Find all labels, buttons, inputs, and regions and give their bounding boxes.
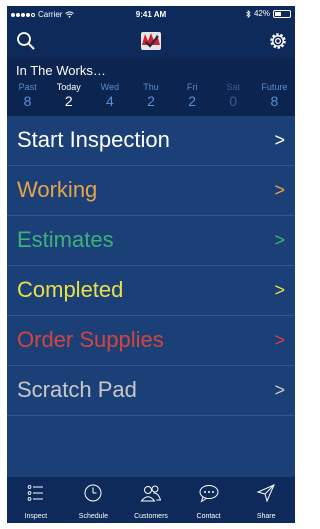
tab-bar: Inspect Schedule Customers Contact Share bbox=[7, 477, 295, 523]
send-icon bbox=[256, 484, 276, 503]
menu-item-label: Working bbox=[17, 177, 98, 202]
menu-item-start-inspection[interactable]: Start Inspection > bbox=[7, 116, 295, 166]
menu-item-order-supplies[interactable]: Order Supplies > bbox=[7, 316, 295, 366]
chevron-right-icon: > bbox=[274, 280, 285, 300]
menu-item-estimates[interactable]: Estimates > bbox=[7, 216, 295, 266]
menu-item-label: Completed bbox=[17, 277, 124, 302]
day-label: Past bbox=[18, 82, 37, 92]
day-count: 2 bbox=[147, 93, 155, 109]
chevron-right-icon: > bbox=[274, 330, 285, 350]
gear-icon[interactable] bbox=[268, 31, 288, 51]
day-today[interactable]: Today 2 bbox=[48, 82, 89, 109]
chevron-right-icon: > bbox=[274, 130, 285, 150]
clock-icon bbox=[84, 484, 102, 502]
day-thu[interactable]: Thu 2 bbox=[130, 82, 171, 109]
search-icon[interactable] bbox=[16, 31, 36, 51]
week-title: In The Works… bbox=[16, 63, 106, 78]
people-icon bbox=[140, 485, 162, 502]
day-label: Thu bbox=[143, 82, 159, 92]
tab-label: Inspect bbox=[24, 513, 48, 520]
app-logo-icon bbox=[141, 32, 161, 50]
day-past[interactable]: Past 8 bbox=[7, 82, 48, 109]
day-count: 8 bbox=[270, 93, 279, 109]
tab-contact[interactable]: Contact bbox=[180, 477, 238, 523]
main-menu: Start Inspection > Working > Estimates > Co… bbox=[7, 116, 295, 416]
battery-percent: 42% bbox=[253, 9, 270, 18]
day-label: Wed bbox=[100, 82, 120, 92]
day-label: Fri bbox=[186, 82, 198, 92]
day-strip: Past 8 Today 2 Wed 4 Thu 2 Fri 2 Sat 0 Future 8 bbox=[7, 82, 295, 109]
day-count: 4 bbox=[105, 93, 114, 109]
day-label: Today bbox=[56, 82, 81, 92]
tab-label: Schedule bbox=[78, 513, 108, 520]
menu-item-label: Estimates bbox=[17, 227, 114, 252]
day-count: 8 bbox=[23, 93, 32, 109]
tab-label: Contact bbox=[196, 513, 221, 520]
day-fri[interactable]: Fri 2 bbox=[172, 82, 213, 109]
day-count: 0 bbox=[229, 93, 238, 109]
tab-label: Share bbox=[256, 513, 276, 520]
menu-item-working[interactable]: Working > bbox=[7, 166, 295, 216]
menu-item-completed[interactable]: Completed > bbox=[7, 266, 295, 316]
menu-item-label: Start Inspection bbox=[17, 127, 170, 152]
tab-label: Customers bbox=[134, 513, 168, 520]
day-sat[interactable]: Sat 0 bbox=[213, 82, 254, 109]
menu-item-label: Scratch Pad bbox=[17, 377, 137, 402]
day-label: Future bbox=[261, 82, 288, 92]
menu-item-scratch-pad[interactable]: Scratch Pad > bbox=[7, 366, 295, 416]
day-future[interactable]: Future 8 bbox=[254, 82, 295, 109]
day-wed[interactable]: Wed 4 bbox=[89, 82, 130, 109]
day-count: 2 bbox=[64, 93, 73, 109]
bluetooth-icon bbox=[246, 9, 251, 18]
nav-bar bbox=[7, 24, 295, 58]
battery-icon bbox=[273, 9, 291, 18]
tab-customers[interactable]: Customers bbox=[122, 477, 180, 523]
chevron-right-icon: > bbox=[274, 380, 285, 400]
app-screen: Carrier 9:41 AM 42% In The Works… Past 8 … bbox=[7, 6, 295, 523]
chevron-right-icon: > bbox=[274, 230, 285, 250]
day-count: 2 bbox=[188, 93, 197, 109]
tab-share[interactable]: Share bbox=[237, 477, 295, 523]
tab-inspect[interactable]: Inspect bbox=[7, 477, 65, 523]
chevron-right-icon: > bbox=[274, 180, 285, 200]
list-icon bbox=[27, 485, 43, 501]
week-summary: In The Works… Past 8 Today 2 Wed 4 Thu 2 Fri… bbox=[7, 58, 295, 116]
status-bar: Carrier 9:41 AM 42% bbox=[7, 6, 295, 24]
tab-schedule[interactable]: Schedule bbox=[65, 477, 123, 523]
menu-item-label: Order Supplies bbox=[17, 327, 164, 352]
day-label: Sat bbox=[226, 82, 241, 92]
chat-icon bbox=[199, 485, 219, 503]
